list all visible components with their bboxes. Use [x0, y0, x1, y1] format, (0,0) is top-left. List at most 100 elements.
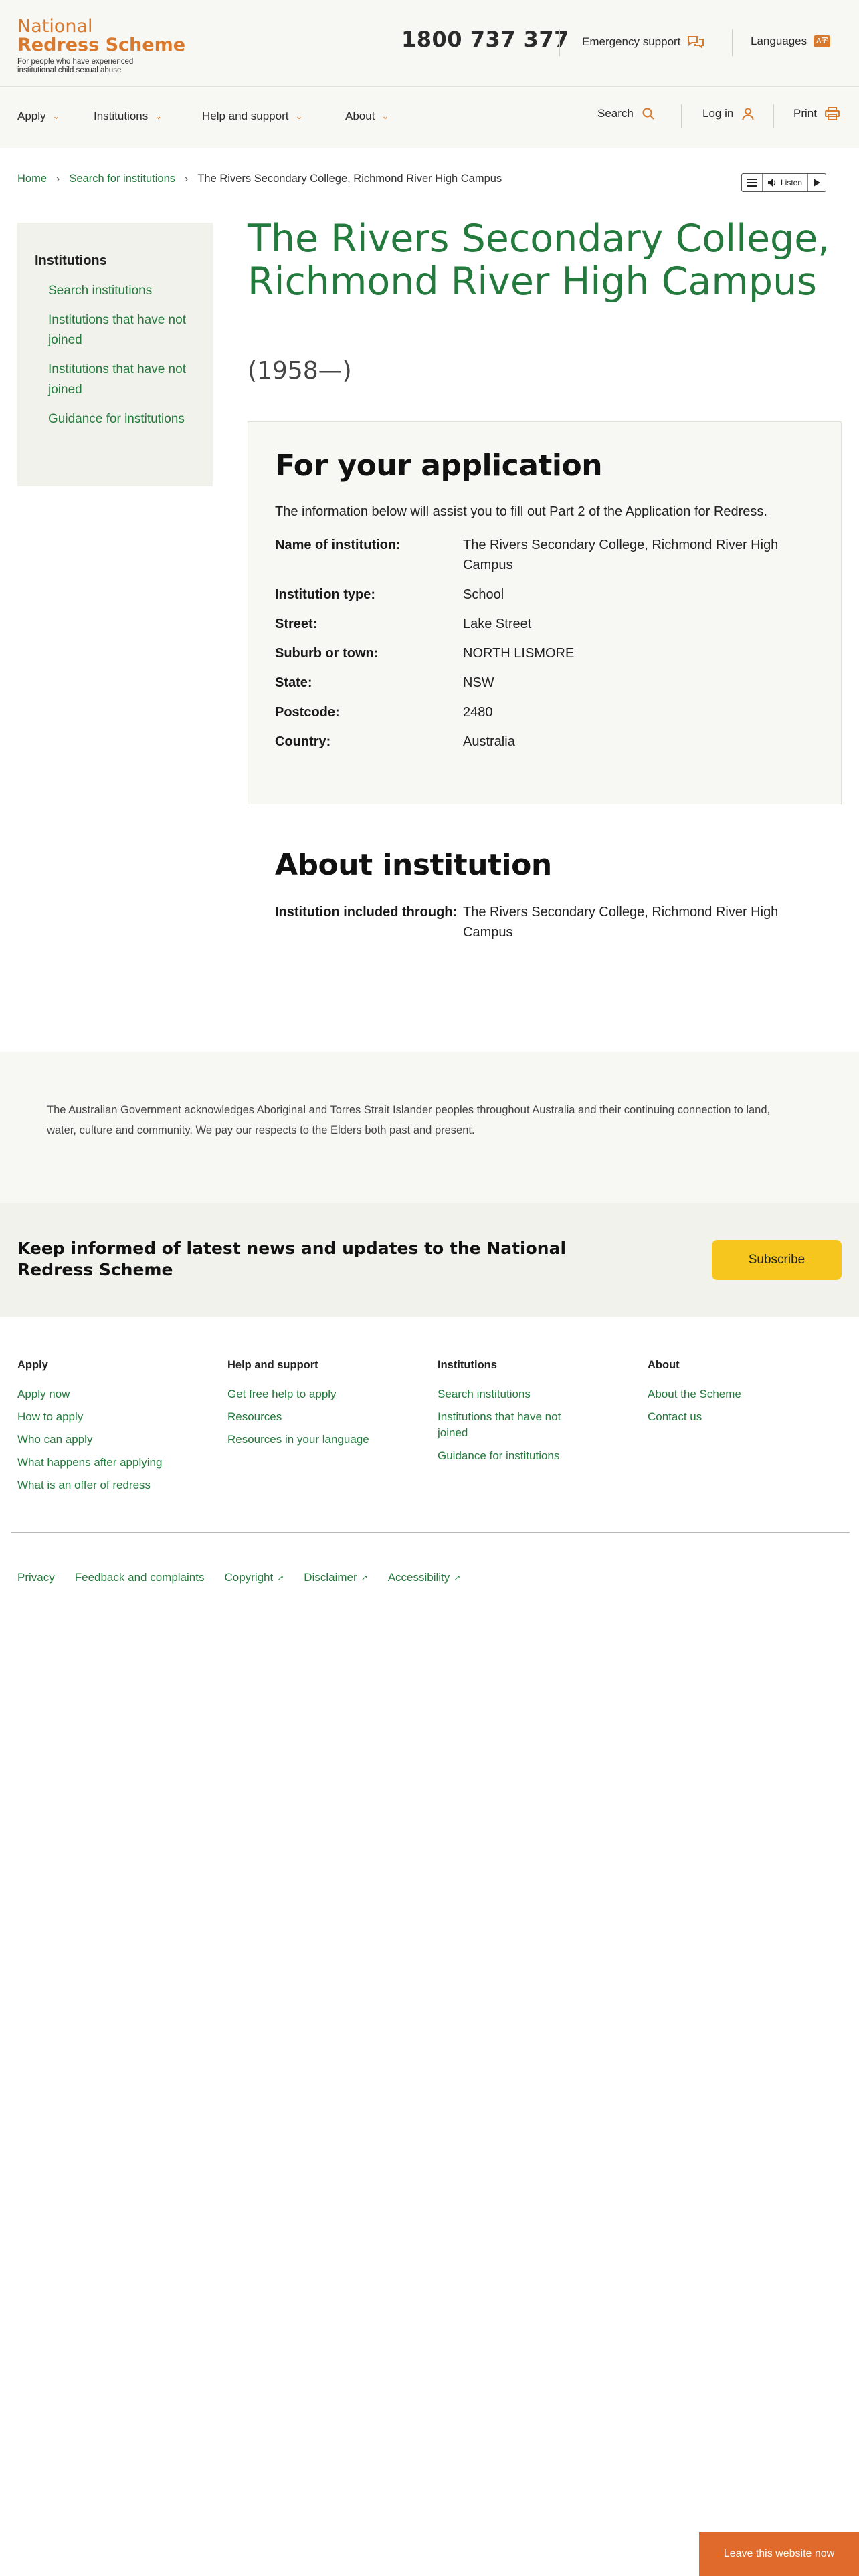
play-icon — [814, 179, 821, 187]
nav-divider — [773, 104, 774, 128]
breadcrumb-search-institutions[interactable]: Search for institutions — [69, 173, 175, 185]
about-heading: About institution — [275, 848, 552, 882]
footer-column-title: Apply — [17, 1359, 48, 1371]
footer-column-title: Institutions — [438, 1359, 497, 1371]
nav-institutions[interactable]: Institutions ⌄ — [94, 110, 162, 123]
subscribe-text: Keep informed of latest news and updates… — [17, 1239, 567, 1279]
readspeaker-menu-button[interactable] — [742, 174, 763, 191]
footer-link[interactable]: Contact us — [648, 1409, 801, 1425]
detail-label: Suburb or town: — [275, 646, 379, 661]
nav-institutions-label: Institutions — [94, 110, 149, 122]
chevron-down-icon: ⌄ — [381, 111, 389, 121]
print-button[interactable]: Print — [793, 107, 840, 120]
detail-list: Name of institution: The Rivers Secondar… — [275, 535, 814, 752]
feedback-link[interactable]: Feedback and complaints — [75, 1571, 205, 1584]
institution-years: (1958—) — [248, 357, 352, 385]
menu-icon — [747, 179, 757, 187]
detail-row-included-through: Institution included through: The Rivers… — [275, 902, 824, 942]
privacy-link[interactable]: Privacy — [17, 1571, 55, 1584]
languages-link[interactable]: Languages A字 — [751, 35, 831, 48]
header-divider — [559, 29, 560, 56]
search-label: Search — [597, 107, 634, 120]
listen-button[interactable]: Listen — [763, 174, 809, 191]
detail-row-name: Name of institution: The Rivers Secondar… — [275, 535, 814, 575]
chevron-down-icon: ⌄ — [52, 111, 60, 121]
sidebar-item-institutions-not-joined[interactable]: Institutions that have not joined — [35, 310, 202, 350]
user-icon — [742, 108, 754, 120]
detail-label: State: — [275, 675, 312, 690]
disclaimer-label: Disclaimer — [304, 1571, 357, 1584]
subscribe-banner: Keep informed of latest news and updates… — [0, 1203, 859, 1317]
nav-help-label: Help and support — [202, 110, 289, 122]
brand-tagline: For people who have experienced institut… — [17, 58, 134, 74]
detail-row-state: State: NSW — [275, 673, 814, 693]
breadcrumb: Home › Search for institutions › The Riv… — [17, 173, 502, 185]
footer-link[interactable]: Who can apply — [17, 1432, 171, 1448]
brand-line1: National — [17, 16, 93, 37]
detail-value: 2480 — [463, 705, 493, 720]
search-button[interactable]: Search — [597, 107, 655, 120]
phone-number[interactable]: 1800 737 377 — [401, 27, 569, 52]
acknowledgement-text: The Australian Government acknowledges A… — [47, 1104, 771, 1136]
application-info-box: For your application The information bel… — [248, 421, 842, 804]
nav-help-and-support[interactable]: Help and support ⌄ — [202, 110, 302, 123]
detail-row-street: Street: Lake Street — [275, 614, 814, 634]
footer-link[interactable]: Institutions that have not joined — [438, 1409, 591, 1441]
application-heading: For your application — [275, 449, 603, 483]
about-detail-list: Institution included through: The Rivers… — [275, 902, 824, 942]
sidebar-item-institutions-not-joined-2[interactable]: Institutions that have not joined — [35, 360, 202, 400]
brand-line2: Redress Scheme — [17, 35, 186, 56]
external-link-icon: ↗ — [454, 1573, 461, 1582]
breadcrumb-home[interactable]: Home — [17, 173, 47, 185]
footer-link[interactable]: Get free help to apply — [227, 1386, 381, 1402]
disclaimer-link[interactable]: Disclaimer ↗ — [304, 1571, 367, 1584]
sidebar-title: Institutions — [35, 253, 107, 268]
footer-column-help: Help and support Get free help to apply … — [227, 1359, 428, 1455]
nav-about-label: About — [345, 110, 375, 122]
detail-value: The Rivers Secondary College, Richmond R… — [463, 905, 779, 940]
footer-column-apply: Apply Apply now How to apply Who can app… — [17, 1359, 218, 1500]
footer-divider — [11, 1532, 850, 1533]
listen-label: Listen — [781, 178, 803, 187]
detail-row-type: Institution type: School — [275, 584, 814, 605]
translate-icon: A字 — [814, 35, 831, 47]
accessibility-link[interactable]: Accessibility ↗ — [388, 1571, 461, 1584]
chevron-down-icon: ⌄ — [155, 111, 163, 121]
chevron-right-icon: › — [56, 173, 60, 185]
breadcrumb-current: The Rivers Secondary College, Richmond R… — [197, 173, 502, 185]
footer-column-title: Help and support — [227, 1359, 318, 1371]
application-intro: The information below will assist you to… — [275, 504, 767, 519]
sidebar: Institutions Search institutions Institu… — [17, 223, 213, 486]
sidebar-item-guidance-for-institutions[interactable]: Guidance for institutions — [35, 409, 202, 429]
footer-link[interactable]: Resources in your language — [227, 1432, 381, 1448]
emergency-support-link[interactable]: Emergency support — [582, 35, 704, 49]
nav-apply[interactable]: Apply ⌄ — [17, 110, 60, 123]
detail-value: Australia — [463, 734, 515, 749]
detail-value: NSW — [463, 675, 494, 690]
detail-row-suburb: Suburb or town: NORTH LISMORE — [275, 643, 814, 663]
copyright-link[interactable]: Copyright ↗ — [224, 1571, 284, 1584]
login-button[interactable]: Log in — [702, 107, 755, 120]
page-title: The Rivers Secondary College, Richmond R… — [248, 217, 830, 304]
footer-link[interactable]: How to apply — [17, 1409, 171, 1425]
detail-label: Institution included through: — [275, 905, 458, 920]
legal-links: Privacy Feedback and complaints Copyrigh… — [17, 1571, 460, 1584]
footer-link[interactable]: Resources — [227, 1409, 381, 1425]
subscribe-button[interactable]: Subscribe — [712, 1240, 842, 1280]
footer-link[interactable]: Apply now — [17, 1386, 171, 1402]
accessibility-label: Accessibility — [387, 1571, 450, 1584]
footer-link[interactable]: What happens after applying — [17, 1455, 171, 1471]
footer-link[interactable]: Guidance for institutions — [438, 1448, 591, 1464]
detail-row-postcode: Postcode: 2480 — [275, 702, 814, 722]
emergency-support-label: Emergency support — [582, 35, 681, 48]
footer-link[interactable]: About the Scheme — [648, 1386, 801, 1402]
footer-link[interactable]: What is an offer of redress — [17, 1477, 171, 1493]
sidebar-item-search-institutions[interactable]: Search institutions — [35, 281, 202, 301]
leave-website-button[interactable]: Leave this website now — [699, 2532, 859, 2576]
nav-about[interactable]: About ⌄ — [345, 110, 389, 123]
chevron-down-icon: ⌄ — [295, 111, 303, 121]
footer-link[interactable]: Search institutions — [438, 1386, 591, 1402]
detail-value: The Rivers Secondary College, Richmond R… — [463, 538, 779, 572]
site-logo[interactable]: National Redress Scheme For people who h… — [17, 17, 191, 75]
play-button[interactable] — [808, 174, 826, 191]
